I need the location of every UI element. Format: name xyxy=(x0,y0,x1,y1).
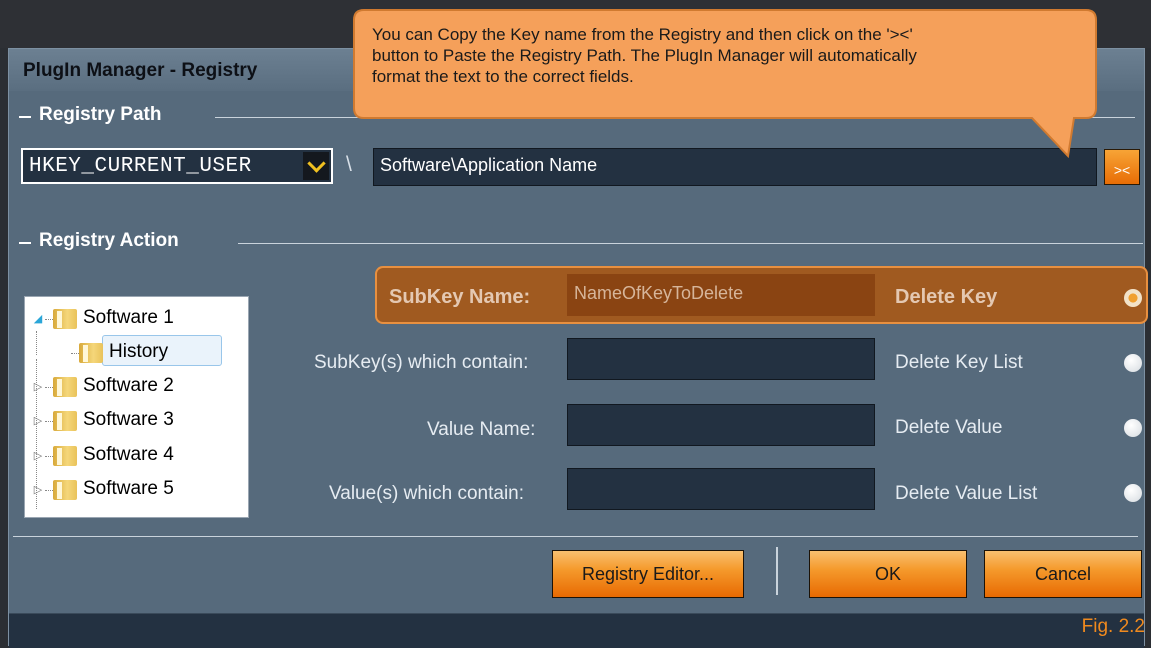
folder-icon xyxy=(53,445,77,466)
tree-item-label: Software 4 xyxy=(83,444,174,465)
footer-divider xyxy=(13,536,1138,537)
chevron-down-icon[interactable] xyxy=(303,152,329,180)
folder-icon xyxy=(79,342,103,363)
registry-path-heading: Registry Path xyxy=(35,104,172,126)
paste-tip-callout: You can Copy the Key name from the Regis… xyxy=(352,8,1098,158)
delete-key-radio[interactable] xyxy=(1124,289,1142,307)
registry-action-heading: Registry Action xyxy=(35,230,189,252)
tree-connector xyxy=(45,455,53,457)
callout-text: You can Copy the Key name from the Regis… xyxy=(372,24,1092,87)
registry-tree[interactable]: ◢ Software 1 History ▷ Software 2 ▷ Soft… xyxy=(24,296,249,518)
paste-path-button[interactable]: >< xyxy=(1104,149,1140,185)
callout-line: button to Paste the Registry Path. The P… xyxy=(372,46,917,65)
subkey-name-label: SubKey Name: xyxy=(389,286,531,308)
collapsed-triangle-icon[interactable]: ▷ xyxy=(31,414,45,427)
status-bar xyxy=(9,613,1144,648)
tree-item-software-3[interactable]: ▷ Software 3 xyxy=(31,405,174,435)
delete-key-list-radio[interactable] xyxy=(1124,354,1142,372)
subkey-name-value: NameOfKeyToDelete xyxy=(574,283,744,303)
hive-select[interactable]: HKEY_CURRENT_USER xyxy=(21,148,333,184)
value-name-input[interactable] xyxy=(567,404,875,446)
subkeys-contain-input[interactable] xyxy=(567,338,875,380)
tree-item-label: Software 3 xyxy=(83,409,174,430)
figure-label: Fig. 2.2 xyxy=(1081,616,1145,637)
tree-connector xyxy=(45,489,53,491)
tree-item-software-4[interactable]: ▷ Software 4 xyxy=(31,440,174,470)
ok-button[interactable]: OK xyxy=(809,550,967,598)
subkeys-contain-label: SubKey(s) which contain: xyxy=(314,352,529,373)
delete-value-list-radio[interactable] xyxy=(1124,484,1142,502)
collapsed-triangle-icon[interactable]: ▷ xyxy=(31,483,45,496)
folder-icon xyxy=(53,479,77,500)
tree-connector xyxy=(45,386,53,388)
delete-value-radio[interactable] xyxy=(1124,419,1142,437)
tree-item-software-2[interactable]: ▷ Software 2 xyxy=(31,371,174,401)
tree-item-label: History xyxy=(109,341,169,362)
registry-editor-button[interactable]: Registry Editor... xyxy=(552,550,744,598)
values-contain-input[interactable] xyxy=(567,468,875,510)
folder-icon xyxy=(53,308,77,329)
tree-connector xyxy=(71,352,79,354)
tree-connector xyxy=(45,318,53,320)
expanded-triangle-icon[interactable]: ◢ xyxy=(31,312,45,325)
delete-value-list-label: Delete Value List xyxy=(895,483,1038,504)
tree-connector xyxy=(45,420,53,422)
delete-key-label: Delete Key xyxy=(895,286,998,308)
subkey-name-input[interactable]: NameOfKeyToDelete xyxy=(567,274,875,316)
callout-line: You can Copy the Key name from the Regis… xyxy=(372,25,913,44)
tree-item-label: Software 1 xyxy=(83,307,174,328)
tree-item-label: Software 5 xyxy=(83,478,174,499)
collapsed-triangle-icon[interactable]: ▷ xyxy=(31,449,45,462)
delete-value-label: Delete Value xyxy=(895,417,1003,438)
window-title: PlugIn Manager - Registry xyxy=(23,60,258,81)
hive-select-value: HKEY_CURRENT_USER xyxy=(29,155,252,178)
button-separator xyxy=(776,547,778,595)
tree-item-label: Software 2 xyxy=(83,375,174,396)
tree-item-history[interactable]: History xyxy=(71,337,168,367)
tree-item-software-5[interactable]: ▷ Software 5 xyxy=(31,474,174,504)
section-dash xyxy=(19,116,31,118)
tree-item-software-1[interactable]: ◢ Software 1 xyxy=(31,303,174,333)
tree-connector xyxy=(36,331,37,355)
cancel-button[interactable]: Cancel xyxy=(984,550,1142,598)
section-dash xyxy=(19,242,31,244)
section-divider xyxy=(238,243,1143,244)
value-name-label: Value Name: xyxy=(427,419,536,440)
registry-path-value: Software\Application Name xyxy=(380,155,598,175)
delete-key-list-label: Delete Key List xyxy=(895,352,1023,373)
folder-icon xyxy=(53,410,77,431)
folder-icon xyxy=(53,376,77,397)
path-separator: \ xyxy=(346,153,352,176)
values-contain-label: Value(s) which contain: xyxy=(329,483,525,504)
collapsed-triangle-icon[interactable]: ▷ xyxy=(31,380,45,393)
callout-line: format the text to the correct fields. xyxy=(372,67,634,86)
